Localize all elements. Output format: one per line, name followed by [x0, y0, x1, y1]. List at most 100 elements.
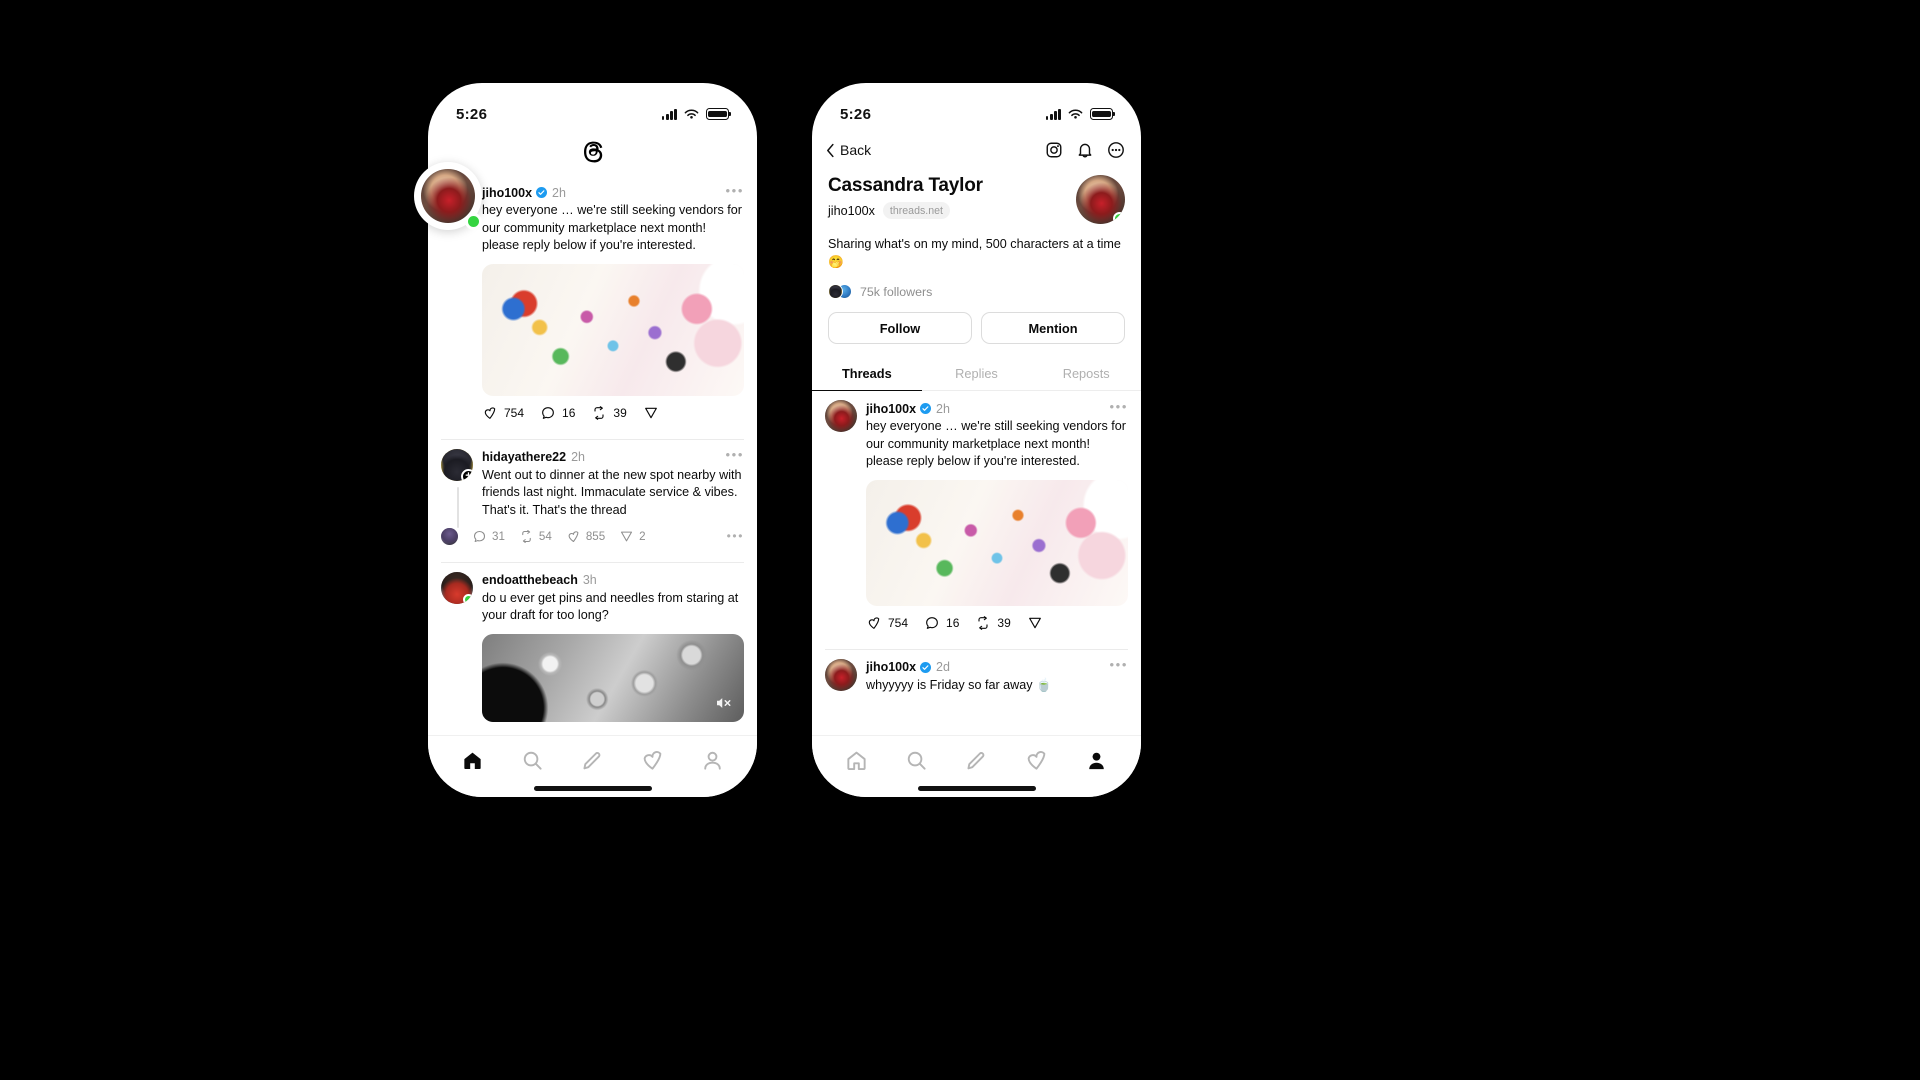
- post-media[interactable]: [482, 633, 744, 722]
- post-username[interactable]: endoatthebeach: [482, 573, 578, 587]
- heart-icon[interactable]: [1025, 749, 1048, 772]
- bottom-tab-bar-right: [812, 735, 1141, 797]
- like-button[interactable]: 754: [482, 405, 524, 421]
- stickers-photo: [866, 479, 1128, 606]
- like-button[interactable]: 754: [866, 615, 908, 631]
- comment-icon: [542, 406, 554, 419]
- avatar[interactable]: [825, 400, 857, 433]
- post-text: hey everyone … we're still seeking vendo…: [482, 203, 742, 253]
- online-status-dot: [463, 593, 473, 604]
- post-timestamp: 2d: [936, 660, 950, 675]
- post-username[interactable]: jiho100x: [866, 660, 916, 674]
- instagram-icon[interactable]: [1045, 141, 1063, 159]
- post-username[interactable]: hidayathere22: [482, 450, 566, 464]
- more-options-icon[interactable]: •••: [1110, 658, 1128, 673]
- heart-icon[interactable]: [641, 749, 664, 772]
- battery-full-icon: [706, 108, 732, 120]
- avatar[interactable]: [441, 571, 473, 604]
- search-icon[interactable]: [905, 749, 928, 772]
- profile-followers[interactable]: 75k followers: [812, 271, 1141, 300]
- person-icon[interactable]: [1085, 749, 1108, 772]
- wifi-icon: [684, 108, 699, 119]
- avatar-zoom-callout[interactable]: [414, 162, 482, 230]
- avatar[interactable]: [825, 658, 857, 691]
- follower-count-label: 75k followers: [860, 284, 933, 299]
- tab-replies[interactable]: Replies: [922, 358, 1032, 390]
- avatar-image: [825, 400, 857, 433]
- profile-display-name: Cassandra Taylor: [828, 175, 983, 196]
- reply-button[interactable]: 16: [540, 405, 575, 421]
- threads-logo-header: [428, 129, 757, 175]
- compose-icon[interactable]: [581, 749, 604, 772]
- follow-plus-icon[interactable]: +: [461, 468, 473, 481]
- share-button[interactable]: 2: [619, 529, 646, 544]
- post-action-row: 754 16 39: [482, 396, 744, 430]
- post-timestamp: 2h: [936, 401, 950, 416]
- post-timestamp: 3h: [582, 573, 597, 588]
- share-icon: [1028, 617, 1041, 629]
- repost-icon: [978, 616, 988, 630]
- post-text: Went out to dinner at the new spot nearb…: [482, 467, 742, 517]
- feed-post-3[interactable]: endoatthebeach 3h do u ever get pins and…: [428, 563, 757, 722]
- bell-icon[interactable]: [1076, 141, 1094, 159]
- online-status-dot: [465, 213, 482, 230]
- thread-connector-line: [456, 486, 459, 528]
- replier-avatar[interactable]: [441, 527, 458, 545]
- profile-header-bar: Back: [812, 129, 1141, 165]
- follow-button[interactable]: Follow: [828, 312, 972, 345]
- tab-reposts[interactable]: Reposts: [1031, 358, 1141, 390]
- more-options-icon[interactable]: •••: [726, 448, 744, 463]
- status-bar-left: 5:26: [428, 83, 757, 129]
- status-bar-right: 5:26: [812, 83, 1141, 129]
- repost-button[interactable]: 54: [519, 529, 552, 544]
- avatar[interactable]: +: [441, 448, 473, 481]
- heart-icon: [868, 617, 880, 629]
- more-options-icon[interactable]: •••: [727, 530, 744, 542]
- verified-badge-icon: [920, 661, 932, 673]
- reply-count: 31: [492, 529, 505, 543]
- post-username[interactable]: jiho100x: [866, 402, 916, 416]
- profile-tabs: Threads Replies Reposts: [812, 358, 1141, 392]
- share-button[interactable]: [1027, 615, 1043, 631]
- profile-post-2[interactable]: jiho100x 2d ••• whyyyyy is Friday so far…: [812, 650, 1141, 695]
- like-button[interactable]: 855: [566, 529, 605, 544]
- feed-post-2[interactable]: + hidayathere22 2h ••• Went out to dinne…: [428, 440, 757, 553]
- compose-icon[interactable]: [965, 749, 988, 772]
- more-options-icon[interactable]: •••: [1110, 400, 1128, 415]
- share-button[interactable]: [643, 405, 659, 421]
- stickers-photo: [482, 263, 744, 396]
- post-media[interactable]: [866, 479, 1128, 606]
- person-icon[interactable]: [701, 749, 724, 772]
- post-username[interactable]: jiho100x: [482, 186, 532, 200]
- repost-button[interactable]: 39: [975, 615, 1011, 631]
- avatar-image: [829, 285, 842, 299]
- more-options-icon[interactable]: •••: [726, 184, 744, 199]
- home-icon[interactable]: [461, 749, 484, 772]
- reply-count: 16: [562, 405, 576, 420]
- tab-threads[interactable]: Threads: [812, 358, 922, 392]
- post-text: do u ever get pins and needles from star…: [482, 590, 739, 623]
- repost-button[interactable]: 39: [591, 405, 627, 421]
- muted-audio-icon[interactable]: [714, 694, 732, 712]
- share-count: 2: [639, 529, 646, 543]
- like-count: 754: [504, 405, 525, 420]
- post-timestamp: 2h: [552, 185, 566, 200]
- battery-full-icon: [1090, 108, 1116, 120]
- wifi-icon: [1068, 108, 1083, 119]
- search-icon[interactable]: [521, 749, 544, 772]
- comment-icon: [926, 617, 938, 629]
- post-text: hey everyone … we're still seeking vendo…: [866, 419, 1126, 469]
- reply-button[interactable]: 31: [472, 529, 505, 544]
- back-button[interactable]: Back: [826, 142, 871, 158]
- reply-button[interactable]: 16: [924, 615, 959, 631]
- home-icon[interactable]: [845, 749, 868, 772]
- status-time: 5:26: [456, 105, 488, 123]
- profile-avatar[interactable]: [1076, 175, 1125, 224]
- verified-badge-icon: [536, 187, 548, 198]
- profile-post-1[interactable]: jiho100x 2h ••• hey everyone … we're sti…: [812, 391, 1141, 640]
- post-text: whyyyyy is Friday so far away 🍵: [866, 677, 1052, 692]
- profile-domain-pill[interactable]: threads.net: [882, 202, 950, 219]
- mention-button[interactable]: Mention: [981, 312, 1125, 345]
- post-media[interactable]: [482, 263, 744, 396]
- more-circle-icon[interactable]: [1107, 141, 1125, 159]
